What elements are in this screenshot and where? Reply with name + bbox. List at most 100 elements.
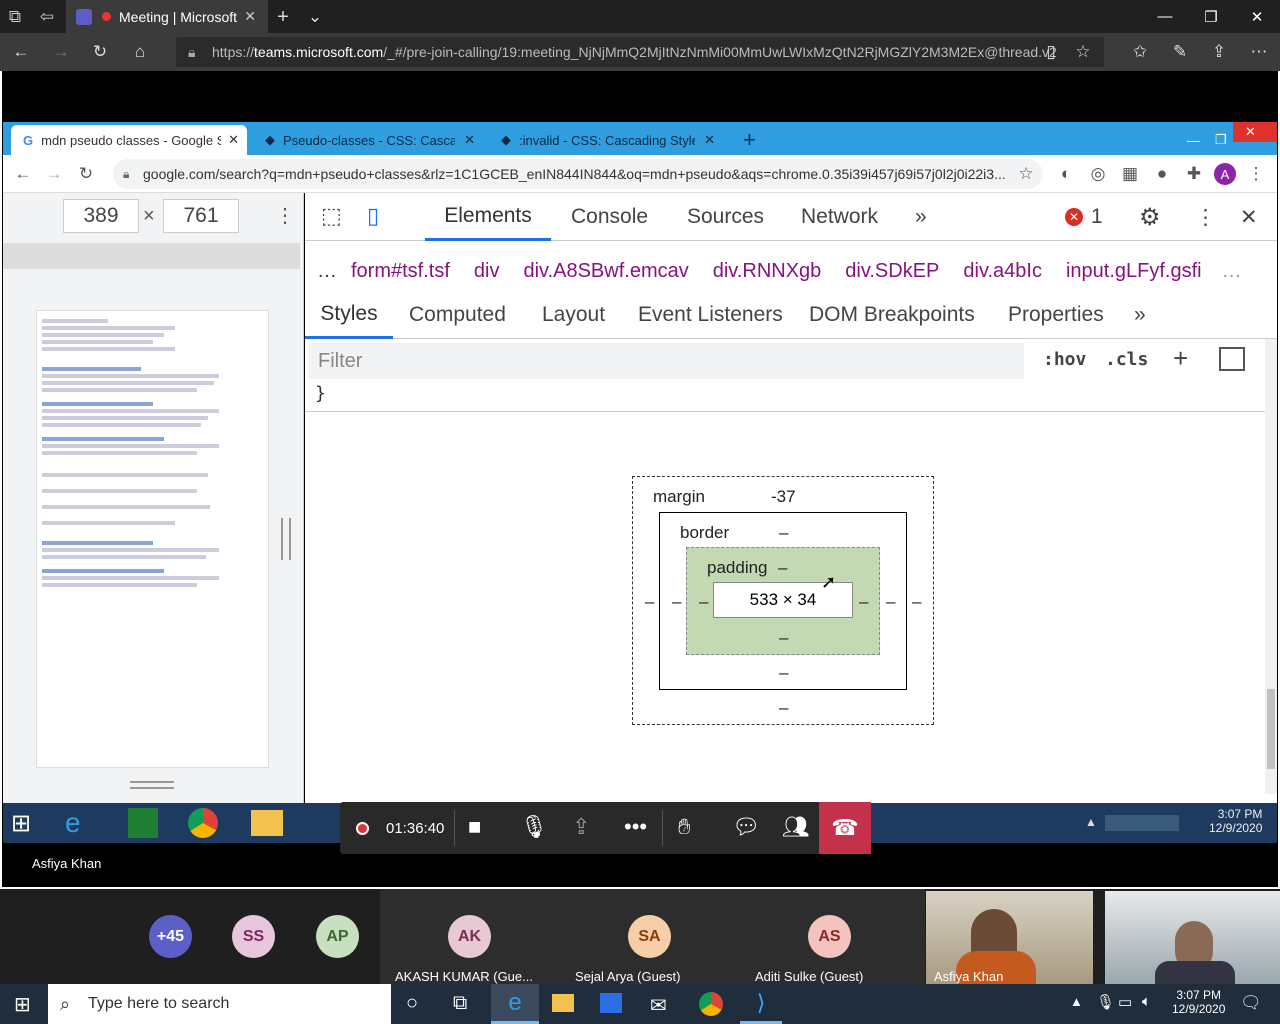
pen-icon[interactable]: ✎: [1165, 37, 1195, 67]
new-style-rule-icon[interactable]: +: [1173, 343, 1188, 374]
avatar[interactable]: AP: [316, 915, 359, 958]
close-tab-icon[interactable]: ✕: [464, 132, 475, 148]
task-view-icon[interactable]: ⧉: [453, 992, 467, 1015]
margin-bottom-value[interactable]: –: [779, 698, 788, 718]
subtab-properties[interactable]: Properties: [1008, 291, 1104, 339]
more-subtabs-icon[interactable]: »: [1134, 291, 1146, 339]
hov-toggle[interactable]: :hov: [1043, 349, 1086, 370]
breadcrumb-item[interactable]: div.RNNXgb: [713, 260, 822, 283]
tab-network[interactable]: Network: [801, 193, 878, 241]
file-explorer-icon[interactable]: [251, 810, 283, 836]
chrome-minimize-button[interactable]: —: [1175, 125, 1200, 155]
mic-muted-icon[interactable]: 🎙︎: [520, 814, 548, 840]
close-tab-icon[interactable]: ✕: [704, 132, 715, 148]
participants-icon[interactable]: 👥︎: [782, 814, 810, 840]
home-icon[interactable]: ⌂: [125, 37, 155, 67]
padding-bottom-value[interactable]: –: [779, 628, 788, 648]
breadcrumb-item[interactable]: form#tsf.tsf: [351, 260, 450, 283]
tab-actions-icon[interactable]: ⧉: [0, 2, 30, 32]
media-query-bar[interactable]: [3, 243, 300, 269]
avatar[interactable]: AS: [808, 915, 851, 958]
share-screen-icon[interactable]: ⇪: [572, 814, 590, 840]
favorites-icon[interactable]: ✩: [1125, 37, 1155, 67]
border-left-value[interactable]: –: [672, 592, 681, 612]
cortana-icon[interactable]: ○: [406, 992, 418, 1015]
profile-avatar[interactable]: A: [1210, 159, 1240, 189]
padding-left-value[interactable]: –: [699, 592, 708, 612]
margin-right-value[interactable]: –: [912, 592, 921, 612]
tray-icons[interactable]: [1105, 815, 1179, 831]
padding-right-value[interactable]: –: [859, 592, 868, 612]
share-icon[interactable]: ⇪: [1204, 37, 1234, 67]
breadcrumb-ellipsis[interactable]: …: [1222, 260, 1242, 283]
taskbar-search-input[interactable]: ⌕ Type here to search: [48, 984, 391, 1024]
chrome-url-field[interactable]: 🔒︎ google.com/search?q=mdn+pseudo+classe…: [113, 159, 1043, 189]
video-tile[interactable]: [1105, 891, 1280, 984]
settings-gear-icon[interactable]: ⚙: [1139, 193, 1161, 241]
avatar[interactable]: SA: [628, 915, 671, 958]
breadcrumb-item[interactable]: input.gLFyf.gsfi: [1066, 260, 1202, 283]
more-tabs-icon[interactable]: »: [915, 193, 927, 241]
tab-elements[interactable]: Elements: [425, 193, 551, 241]
store-icon[interactable]: [128, 808, 158, 838]
chrome-tab-invalid[interactable]: ◆ :invalid - CSS: Cascading Style Sh ✕: [489, 125, 723, 155]
tray-chevron-icon[interactable]: ▲: [1070, 994, 1083, 1009]
volume-icon[interactable]: 🔈︎: [1142, 993, 1151, 1010]
margin-left-value[interactable]: –: [645, 592, 654, 612]
store-icon[interactable]: [600, 993, 622, 1013]
border-bottom-value[interactable]: –: [779, 663, 788, 683]
breadcrumb-item[interactable]: div.A8SBwf.emcav: [523, 260, 688, 283]
device-width-input[interactable]: 389: [63, 199, 139, 233]
taskbar-clock[interactable]: 3:07 PM 12/9/2020: [1172, 988, 1225, 1016]
chrome-tab-mdn[interactable]: ◆ Pseudo-classes - CSS: Cascading ✕: [253, 125, 483, 155]
subtab-computed[interactable]: Computed: [409, 291, 506, 339]
chrome-tab-google[interactable]: G mdn pseudo classes - Google Se ✕: [11, 125, 247, 155]
ie-icon[interactable]: e: [65, 807, 81, 839]
resize-handle-bottom[interactable]: [130, 781, 174, 789]
padding-top-value[interactable]: –: [778, 558, 787, 578]
inspect-element-icon[interactable]: ⬚: [321, 203, 342, 229]
device-toggle-icon[interactable]: ▯: [367, 203, 379, 229]
error-badge[interactable]: ✕ 1: [1065, 193, 1103, 241]
avatar[interactable]: SS: [232, 915, 275, 958]
puzzle-icon[interactable]: ✚: [1179, 159, 1209, 189]
chrome-menu-icon[interactable]: ⋮: [1241, 159, 1271, 189]
microphone-icon[interactable]: 🎙︎: [1096, 993, 1115, 1011]
set-aside-tabs-icon[interactable]: ⇦: [32, 2, 62, 32]
tab-meeting[interactable]: Meeting | Microsoft ✕: [66, 0, 268, 33]
edge-taskbar-icon[interactable]: e: [491, 984, 539, 1024]
new-tab-icon[interactable]: +: [268, 2, 298, 32]
breadcrumb-ellipsis[interactable]: …: [317, 260, 337, 283]
restore-button[interactable]: ❐: [1188, 0, 1234, 33]
windows-start-icon[interactable]: ⊞: [11, 809, 31, 838]
resize-handle[interactable]: [281, 518, 291, 560]
close-devtools-icon[interactable]: ✕: [1240, 193, 1258, 241]
devtools-menu-icon[interactable]: ⋮: [1195, 193, 1216, 241]
selenium-icon[interactable]: ▦: [1115, 159, 1145, 189]
chrome-restore-button[interactable]: ❐: [1203, 125, 1227, 155]
forward-icon[interactable]: →: [46, 37, 76, 67]
file-explorer-icon[interactable]: [552, 994, 574, 1012]
device-options-icon[interactable]: ⋮: [275, 203, 295, 228]
refresh-icon[interactable]: ↻: [85, 37, 115, 67]
subtab-dom-breakpoints[interactable]: DOM Breakpoints: [809, 291, 975, 339]
chrome-icon[interactable]: [699, 992, 723, 1016]
toggle-sidebar-icon[interactable]: [1219, 347, 1245, 371]
tab-list-chevron-icon[interactable]: ⌄: [300, 2, 330, 32]
avatar[interactable]: AK: [448, 915, 491, 958]
close-window-button[interactable]: ✕: [1234, 0, 1280, 33]
chrome-close-button[interactable]: ✕: [1233, 122, 1277, 142]
chrome-icon[interactable]: [188, 808, 218, 838]
more-icon[interactable]: ⋯: [1244, 37, 1274, 67]
network-icon[interactable]: ▭: [1118, 993, 1132, 1011]
minimize-button[interactable]: —: [1142, 0, 1188, 33]
mail-icon[interactable]: ✉: [650, 993, 667, 1018]
more-actions-icon[interactable]: •••: [624, 814, 647, 840]
chrome-forward-icon[interactable]: →: [39, 159, 69, 189]
chrome-back-icon[interactable]: ←: [8, 159, 38, 189]
border-right-value[interactable]: –: [886, 592, 895, 612]
tab-console[interactable]: Console: [571, 193, 648, 241]
close-tab-icon[interactable]: ✕: [228, 132, 239, 148]
notifications-icon[interactable]: 🗨︎: [1240, 993, 1262, 1013]
avatar-overflow[interactable]: +45: [149, 915, 192, 958]
